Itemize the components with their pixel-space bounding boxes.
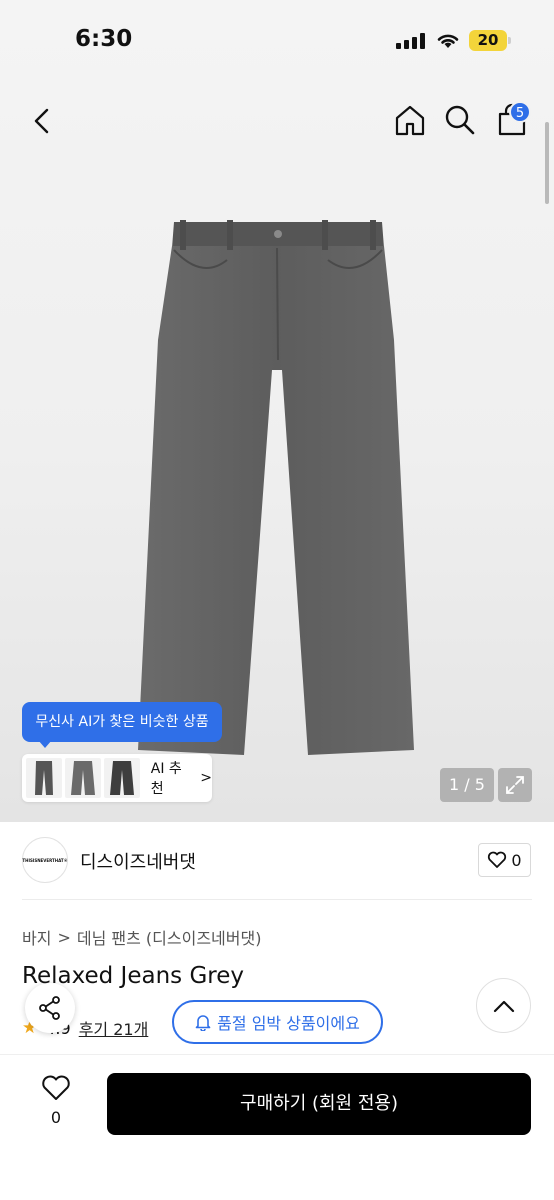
- breadcrumb: 바지 > 데님 팬츠 (디스이즈네버댓): [22, 925, 261, 949]
- cellular-signal-icon: [396, 33, 425, 49]
- divider: [22, 899, 532, 900]
- image-pager: 1 / 5: [440, 768, 494, 802]
- wifi-icon: [437, 34, 459, 48]
- ai-recommend-label: AI 추천: [150, 761, 182, 797]
- brand-like-count: 0: [511, 850, 522, 870]
- product-image-jeans: [138, 220, 414, 755]
- wishlist-button[interactable]: 0: [36, 1074, 76, 1134]
- brand-like-button[interactable]: 0: [478, 843, 531, 877]
- bell-icon: [195, 1015, 211, 1031]
- breadcrumb-category[interactable]: 바지: [22, 925, 51, 949]
- heart-icon: [488, 851, 507, 868]
- buy-button[interactable]: 구매하기 (회원 전용): [107, 1073, 531, 1135]
- breadcrumb-subcategory[interactable]: 데님 팬츠 (디스이즈네버댓): [77, 925, 262, 949]
- similar-thumb-2[interactable]: [64, 758, 101, 798]
- product-image-gallery[interactable]: 6:30 20 5 무신사 AI가 찾은 비슷한 상품 AI 추천 > 1 / …: [0, 0, 554, 822]
- chevron-right-icon: >: [200, 770, 213, 786]
- chevron-up-icon: [493, 1000, 514, 1012]
- status-bar: 6:30 20: [0, 0, 554, 80]
- low-stock-label: 품절 임박 상품이에요: [217, 1014, 360, 1033]
- ai-recommend-button[interactable]: AI 추천 >: [22, 754, 212, 802]
- expand-icon[interactable]: [498, 768, 532, 802]
- wishlist-count: 0: [50, 1108, 62, 1127]
- battery-tip: [508, 37, 511, 44]
- low-stock-badge[interactable]: 품절 임박 상품이에요: [172, 1000, 383, 1044]
- scroll-to-top-button[interactable]: [476, 978, 531, 1033]
- back-arrow-icon[interactable]: [26, 104, 58, 138]
- ai-similar-tooltip: 무신사 AI가 찾은 비슷한 상품: [22, 702, 222, 742]
- brand-logo[interactable]: THISISNEVERTHAT®: [22, 837, 68, 883]
- scrollbar[interactable]: [545, 122, 549, 204]
- home-icon[interactable]: [393, 103, 427, 137]
- breadcrumb-separator: >: [57, 927, 71, 947]
- similar-thumb-1[interactable]: [26, 758, 62, 798]
- search-icon[interactable]: [444, 104, 476, 136]
- brand-logo-text: THISISNEVERTHAT®: [22, 857, 68, 863]
- share-button[interactable]: [25, 983, 75, 1033]
- heart-icon: [42, 1075, 70, 1100]
- tooltip-arrow: [38, 740, 52, 748]
- brand-name[interactable]: 디스이즈네버댓: [80, 848, 196, 874]
- share-icon: [39, 996, 60, 1020]
- cart-count-badge: 5: [509, 101, 531, 123]
- review-link[interactable]: 후기 21개: [79, 1016, 149, 1040]
- similar-thumb-3[interactable]: [103, 758, 140, 798]
- battery-indicator: 20: [469, 30, 507, 51]
- status-time: 6:30: [75, 26, 133, 52]
